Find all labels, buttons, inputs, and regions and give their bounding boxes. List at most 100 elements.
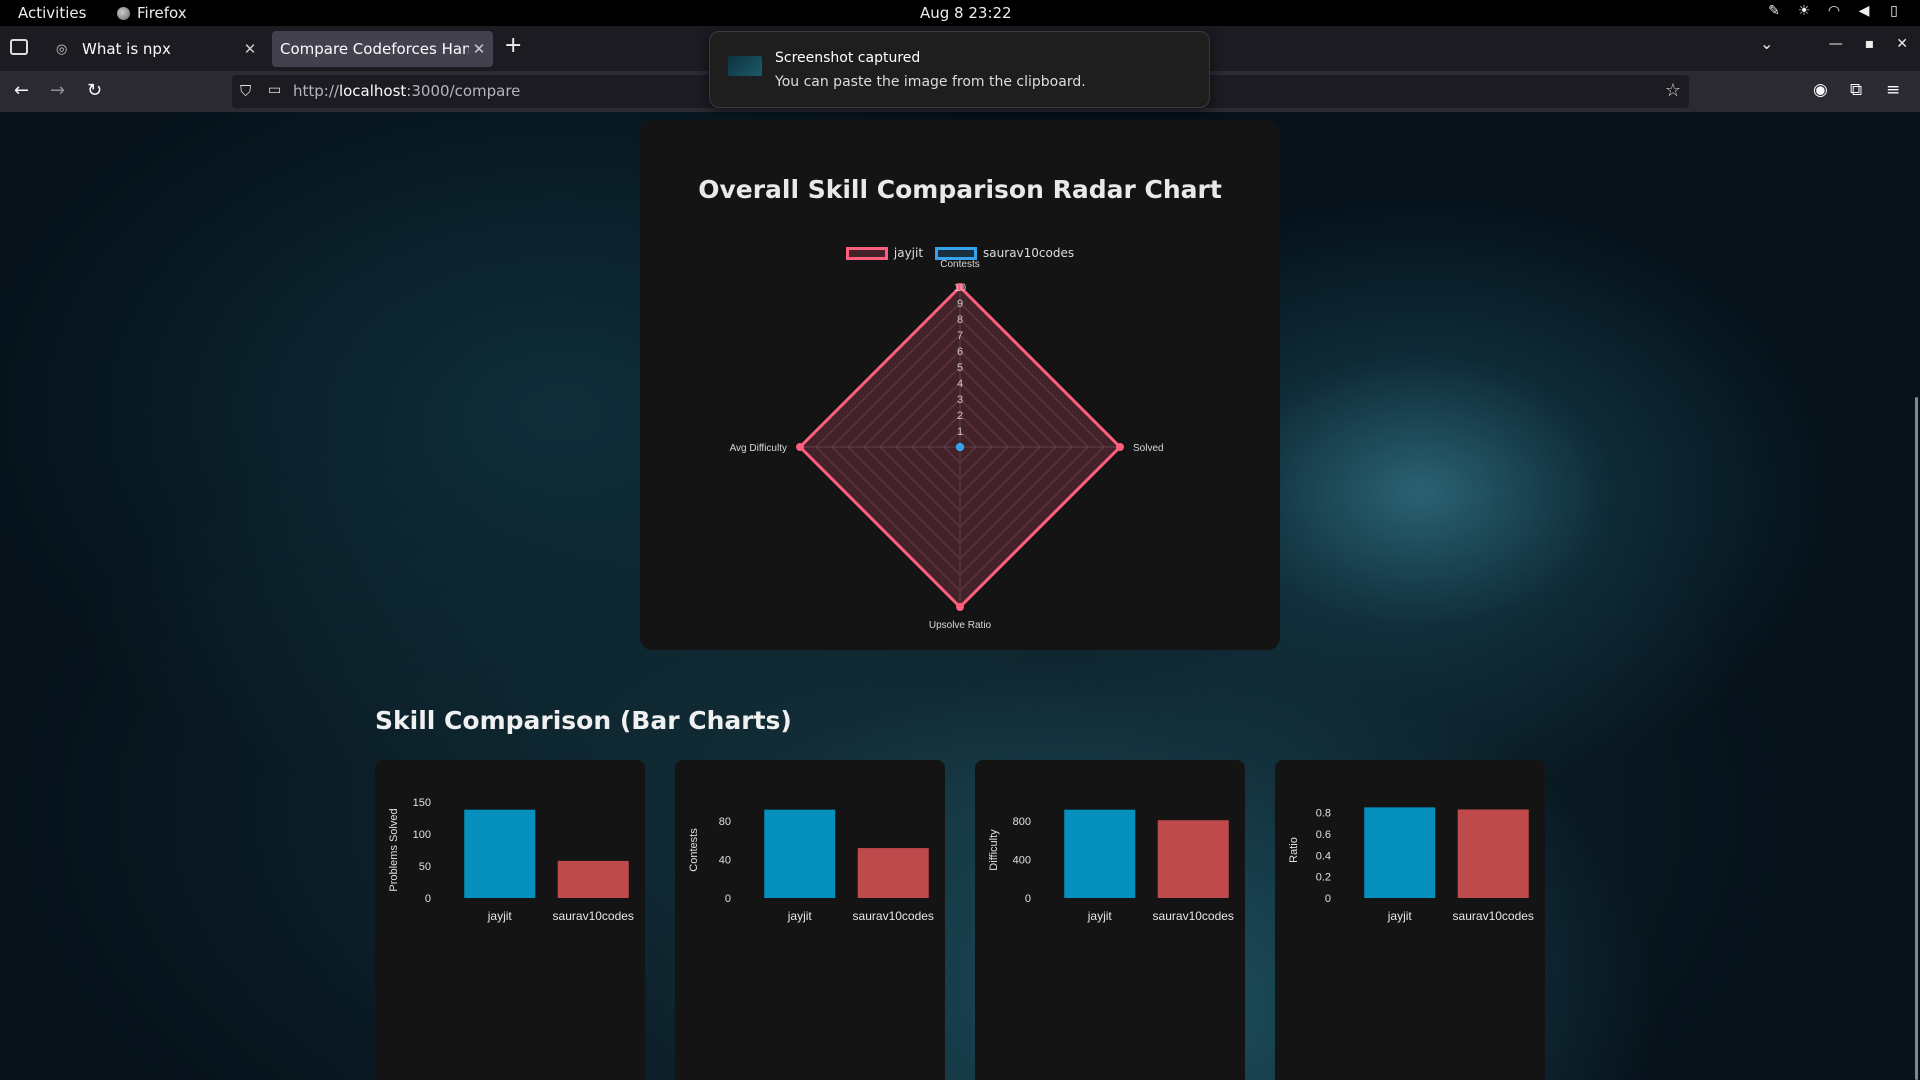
legend-item-saurav10codes[interactable]: saurav10codes [935,246,1074,260]
minimize-icon[interactable]: — [1829,36,1843,52]
notification-body: You can paste the image from the clipboa… [775,74,1086,90]
legend-swatch [845,246,888,260]
url-host: localhost [338,82,407,100]
y-tick-label: 0.8 [1316,808,1331,820]
radar-tick-label: 5 [957,362,963,374]
radar-chart: 1 2 3 4 5 6 7 8 9 10 Contests Solved Upsolve Ratio Av… [730,259,1164,631]
extensions-icon[interactable]: ⧉ [1850,80,1862,100]
pen-icon: ✎ [1768,3,1780,19]
radar-point-jayjit [796,443,804,451]
bar-chart-card-solved: Problems Solved 0 50 100 150 jayjit saurav10co… [375,760,645,1080]
y-tick-label: 40 [719,855,731,867]
bar-saurav10codes [557,860,629,898]
clock[interactable]: Aug 8 23:22 [920,4,1012,22]
y-tick-label: 400 [1013,855,1031,867]
notification-title: Screenshot captured [775,50,921,66]
bar-chart-card-contests: Contests 0 40 80 jayjit saurav10codes [675,760,945,1080]
page-icon[interactable]: ▭ [268,82,281,98]
x-tick-label: saurav10codes [1453,909,1534,923]
new-tab-icon[interactable]: + [504,33,522,58]
radar-chart-card: Overall Skill Comparison Radar Chart 123… [640,120,1280,650]
radar-point-saurav10codes [956,443,964,451]
close-tab-icon[interactable]: ✕ [240,40,260,58]
reload-icon[interactable]: ↻ [87,80,102,101]
radar-axis-label: Contests [940,259,979,270]
tab-what-is-npx[interactable]: ◎ What is npx ✕ [48,31,264,67]
window-controls: — ▪ ✕ [1829,36,1908,52]
radar-tick-label: 4 [957,378,963,390]
y-axis-title: Problems Solved [388,808,400,891]
bar-jayjit [1064,809,1136,898]
volume-icon: ◀ [1858,3,1870,19]
x-tick-label: jayjit [487,909,513,923]
y-tick-label: 150 [413,797,431,809]
page-content: Overall Skill Comparison Radar Chart 123… [0,112,1920,1080]
close-tab-icon[interactable]: ✕ [469,40,489,58]
tab-title: Compare Codeforces Handle [280,40,469,58]
radar-tick-label: 9 [957,298,963,310]
y-axis-title: Contests [688,828,700,872]
menu-icon[interactable]: ≡ [1886,80,1900,100]
url-prefix: http:// [293,82,339,100]
close-window-icon[interactable]: ✕ [1896,36,1908,52]
app-name: Firefox [137,4,187,22]
battery-icon: ▯ [1890,3,1898,19]
page-scrollbar[interactable] [1915,397,1918,1080]
globe-icon: ◎ [56,41,68,57]
chevron-down-icon[interactable]: ⌄ [1760,34,1773,53]
y-tick-label: 0 [725,893,731,905]
x-tick-label: jayjit [1087,909,1113,923]
bar-charts-heading: Skill Comparison (Bar Charts) [375,706,792,735]
tab-compare-codeforces[interactable]: Compare Codeforces Handle ✕ [272,31,493,67]
y-tick-label: 800 [1013,816,1031,828]
y-tick-label: 0 [425,893,431,905]
radar-legend: jayjit saurav10codes [640,246,1280,260]
screenshot-thumbnail [728,56,762,76]
radar-tick-label: 7 [957,330,963,342]
bar-chart-card-ratio: Ratio 0 0.2 0.4 0.6 0.8 jayjit saurav10codes [1275,760,1545,1080]
list-all-tabs-icon[interactable] [10,39,28,55]
maximize-icon[interactable]: ▪ [1865,36,1875,52]
bar-saurav10codes [1157,820,1229,898]
radar-tick-label: 1 [957,426,963,438]
radar-point-jayjit [1116,443,1124,451]
radar-tick-label: 10 [954,282,966,294]
activities-button[interactable]: Activities [18,4,86,22]
wifi-icon: ◠ [1827,3,1841,19]
radar-tick-label: 8 [957,314,963,326]
radar-tick-label: 3 [957,394,963,406]
y-tick-label: 80 [719,816,731,828]
radar-tick-label: 6 [957,346,963,358]
system-tray[interactable]: ✎ ☀ ◠ ◀ ▯ [1766,3,1902,19]
y-tick-label: 0.2 [1316,872,1331,884]
legend-item-jayjit[interactable]: jayjit [845,246,923,260]
url-text[interactable]: http://localhost:3000/compare [293,82,520,100]
bar-chart-contests: Contests 0 40 80 jayjit saurav10codes [688,809,934,923]
x-tick-label: saurav10codes [853,909,934,923]
bar-chart-difficulty: Difficulty 0 400 800 jayjit saurav10codes [988,809,1234,923]
bookmark-star-icon[interactable]: ☆ [1665,80,1681,101]
bar-chart-card-difficulty: Difficulty 0 400 800 jayjit saurav10codes [975,760,1245,1080]
bar-chart-solved: Problems Solved 0 50 100 150 jayjit saurav10co… [388,797,634,923]
legend-label: saurav10codes [983,246,1075,260]
bar-saurav10codes [857,848,929,898]
bar-saurav10codes [1457,809,1529,898]
forward-icon[interactable]: → [50,80,65,101]
screenshot-notification[interactable]: Screenshot captured You can paste the im… [709,31,1210,108]
back-icon[interactable]: ← [14,80,29,101]
y-axis-title: Ratio [1288,837,1300,863]
url-path: :3000/compare [406,82,521,100]
bar-jayjit [1364,807,1436,898]
y-tick-label: 0.4 [1316,850,1331,862]
radar-axis-label: Solved [1133,443,1164,454]
bar-chart-ratio: Ratio 0 0.2 0.4 0.6 0.8 jayjit saurav10codes [1288,807,1534,923]
app-menu[interactable]: Firefox [117,4,187,22]
y-tick-label: 50 [419,861,431,873]
radar-axis-label: Avg Difficulty [730,443,787,454]
bar-jayjit [464,809,536,898]
system-top-bar: Activities Firefox Aug 8 23:22 ✎ ☀ ◠ ◀ ▯ [0,0,1920,26]
y-tick-label: 0 [1025,893,1031,905]
y-tick-label: 0 [1325,893,1331,905]
account-icon[interactable]: ◉ [1813,80,1828,100]
shield-icon[interactable]: ⛉ [240,82,251,100]
